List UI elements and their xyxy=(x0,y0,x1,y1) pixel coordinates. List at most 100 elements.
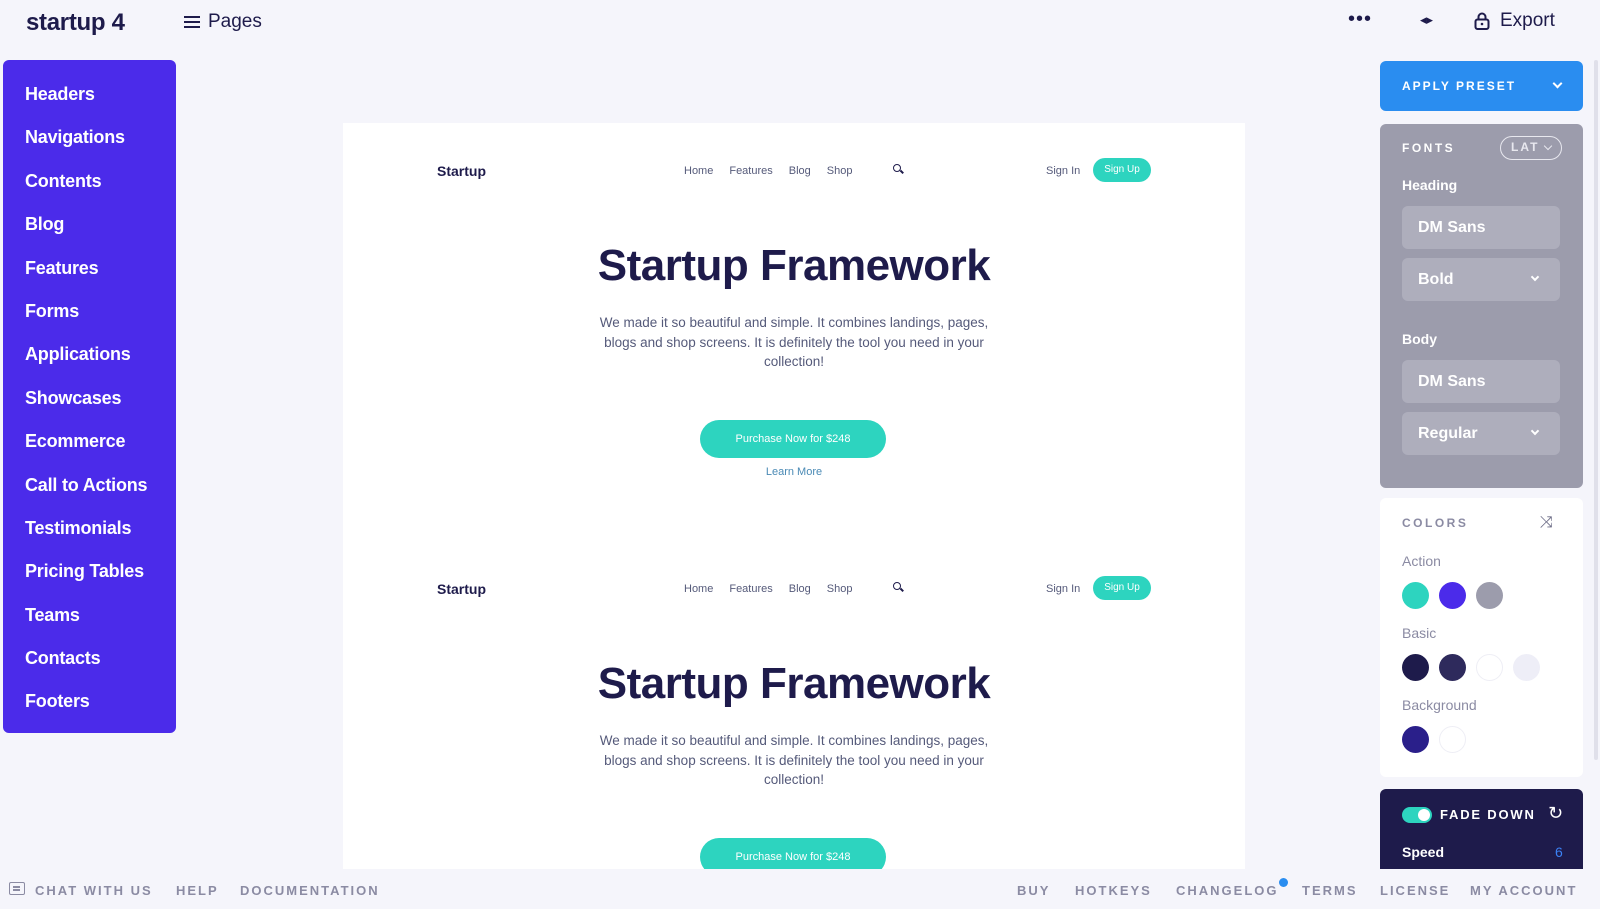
color-swatch-basic-3[interactable] xyxy=(1476,654,1503,681)
search-icon[interactable] xyxy=(893,582,903,592)
font-language-select[interactable]: LAT xyxy=(1500,136,1562,160)
fonts-label: FONTS xyxy=(1402,141,1456,155)
block-purchase-button[interactable]: Purchase Now for $248 xyxy=(700,838,886,869)
sidebar-item-pricing-tables[interactable]: Pricing Tables xyxy=(3,558,176,601)
heading-font-value: DM Sans xyxy=(1418,219,1486,236)
apply-preset-label: APPLY PRESET xyxy=(1402,79,1517,93)
pages-label: Pages xyxy=(208,11,262,32)
app-brand[interactable]: startup 4 xyxy=(26,9,125,37)
color-swatch-basic-4[interactable] xyxy=(1513,654,1540,681)
sidebar-item-testimonials[interactable]: Testimonials xyxy=(3,515,176,558)
fonts-panel: FONTS LAT Heading DM Sans Bold Body DM S… xyxy=(1380,124,1583,488)
export-label: Export xyxy=(1500,10,1555,31)
body-font-label: Body xyxy=(1402,331,1437,347)
color-swatch-basic-2[interactable] xyxy=(1439,654,1466,681)
refresh-icon[interactable]: ↻ xyxy=(1548,803,1563,824)
block-nav-blog[interactable]: Blog xyxy=(789,165,811,177)
block-nav-features[interactable]: Features xyxy=(729,583,772,595)
header-block[interactable]: Startup Home Features Blog Shop Sign In … xyxy=(343,541,1245,869)
sidebar-item-applications[interactable]: Applications xyxy=(3,341,176,384)
hamburger-icon xyxy=(184,16,200,28)
footer-changelog-link[interactable]: CHANGELOG xyxy=(1176,883,1279,898)
more-options-icon[interactable]: ••• xyxy=(1348,8,1372,31)
body-weight-select[interactable]: Regular xyxy=(1402,412,1560,455)
footer-hotkeys-link[interactable]: HOTKEYS xyxy=(1075,883,1152,898)
footer-chat-link[interactable]: CHAT WITH US xyxy=(35,883,153,898)
action-colors-label: Action xyxy=(1402,553,1441,569)
sidebar-item-contents[interactable]: Contents xyxy=(3,168,176,211)
sidebar-item-call-to-actions[interactable]: Call to Actions xyxy=(3,472,176,515)
sidebar-item-footers[interactable]: Footers xyxy=(3,688,176,731)
block-nav-links: Home Features Blog Shop xyxy=(684,165,853,177)
body-weight-value: Regular xyxy=(1418,425,1478,442)
heading-font-select[interactable]: DM Sans xyxy=(1402,206,1560,249)
color-swatch-action-1[interactable] xyxy=(1402,582,1429,609)
sidebar-item-ecommerce[interactable]: Ecommerce xyxy=(3,428,176,471)
heading-font-label: Heading xyxy=(1402,177,1458,193)
block-signup-button[interactable]: Sign Up xyxy=(1093,158,1151,182)
colors-label: COLORS xyxy=(1402,516,1469,530)
pages-menu-button[interactable]: Pages xyxy=(184,11,262,33)
font-language-value: LAT xyxy=(1511,140,1540,154)
sidebar-item-forms[interactable]: Forms xyxy=(3,298,176,341)
color-swatch-basic-1[interactable] xyxy=(1402,654,1429,681)
block-logo[interactable]: Startup xyxy=(437,581,486,597)
body-font-select[interactable]: DM Sans xyxy=(1402,360,1560,403)
footer-help-link[interactable]: HELP xyxy=(176,883,219,898)
block-nav-home[interactable]: Home xyxy=(684,583,713,595)
color-swatch-background-1[interactable] xyxy=(1402,726,1429,753)
color-swatch-action-3[interactable] xyxy=(1476,582,1503,609)
shuffle-icon[interactable]: ⤨ xyxy=(1540,514,1553,532)
block-nav-features[interactable]: Features xyxy=(729,165,772,177)
chat-icon xyxy=(9,882,25,895)
sidebar-item-headers[interactable]: Headers xyxy=(3,81,176,124)
block-nav-shop[interactable]: Shop xyxy=(827,583,853,595)
search-icon[interactable] xyxy=(893,164,903,174)
body-font-value: DM Sans xyxy=(1418,373,1486,390)
chevron-down-icon xyxy=(1530,272,1540,282)
footer-terms-link[interactable]: TERMS xyxy=(1302,883,1358,898)
footer-bar: CHAT WITH US HELP DOCUMENTATION BUY HOTK… xyxy=(0,869,1600,909)
background-colors-label: Background xyxy=(1402,697,1477,713)
export-button[interactable]: Export xyxy=(1474,10,1555,32)
block-nav-home[interactable]: Home xyxy=(684,165,713,177)
animation-label[interactable]: FADE DOWN xyxy=(1440,807,1536,822)
color-swatch-background-2[interactable] xyxy=(1439,726,1466,753)
heading-weight-select[interactable]: Bold xyxy=(1402,258,1560,301)
speed-label: Speed xyxy=(1402,844,1445,860)
apply-preset-button[interactable]: APPLY PRESET xyxy=(1380,61,1583,111)
scrollbar[interactable] xyxy=(1594,60,1598,760)
sidebar-item-blog[interactable]: Blog xyxy=(3,211,176,254)
block-nav-links: Home Features Blog Shop xyxy=(684,583,853,595)
sidebar-item-navigations[interactable]: Navigations xyxy=(3,124,176,167)
chevron-down-icon xyxy=(1530,426,1540,436)
block-signin-link[interactable]: Sign In xyxy=(1046,583,1080,595)
sidebar-item-contacts[interactable]: Contacts xyxy=(3,645,176,688)
block-nav-shop[interactable]: Shop xyxy=(827,165,853,177)
footer-documentation-link[interactable]: DOCUMENTATION xyxy=(240,883,380,898)
sidebar-item-features[interactable]: Features xyxy=(3,255,176,298)
lock-icon xyxy=(1474,12,1490,30)
block-description: We made it so beautiful and simple. It c… xyxy=(599,733,989,787)
speed-value[interactable]: 6 xyxy=(1555,844,1563,860)
page-canvas: Startup Home Features Blog Shop Sign In … xyxy=(343,123,1245,869)
block-learn-more-link[interactable]: Learn More xyxy=(343,466,1245,478)
block-description: We made it so beautiful and simple. It c… xyxy=(599,315,989,369)
footer-license-link[interactable]: LICENSE xyxy=(1380,883,1450,898)
header-block[interactable]: Startup Home Features Blog Shop Sign In … xyxy=(343,123,1245,543)
block-purchase-button[interactable]: Purchase Now for $248 xyxy=(700,420,886,458)
block-signin-link[interactable]: Sign In xyxy=(1046,165,1080,177)
block-logo[interactable]: Startup xyxy=(437,163,486,179)
animation-toggle[interactable] xyxy=(1402,807,1432,823)
color-swatch-action-2[interactable] xyxy=(1439,582,1466,609)
footer-account-link[interactable]: MY ACCOUNT xyxy=(1470,883,1577,898)
sidebar-item-showcases[interactable]: Showcases xyxy=(3,385,176,428)
block-categories-sidebar: Headers Navigations Contents Blog Featur… xyxy=(3,60,176,733)
block-title: Startup Framework xyxy=(597,241,991,290)
footer-buy-link[interactable]: BUY xyxy=(1017,883,1050,898)
block-signup-button[interactable]: Sign Up xyxy=(1093,576,1151,600)
sidebar-item-teams[interactable]: Teams xyxy=(3,602,176,645)
heading-weight-value: Bold xyxy=(1418,271,1454,288)
block-nav-blog[interactable]: Blog xyxy=(789,583,811,595)
code-view-icon[interactable]: ◂▸ xyxy=(1420,12,1433,28)
